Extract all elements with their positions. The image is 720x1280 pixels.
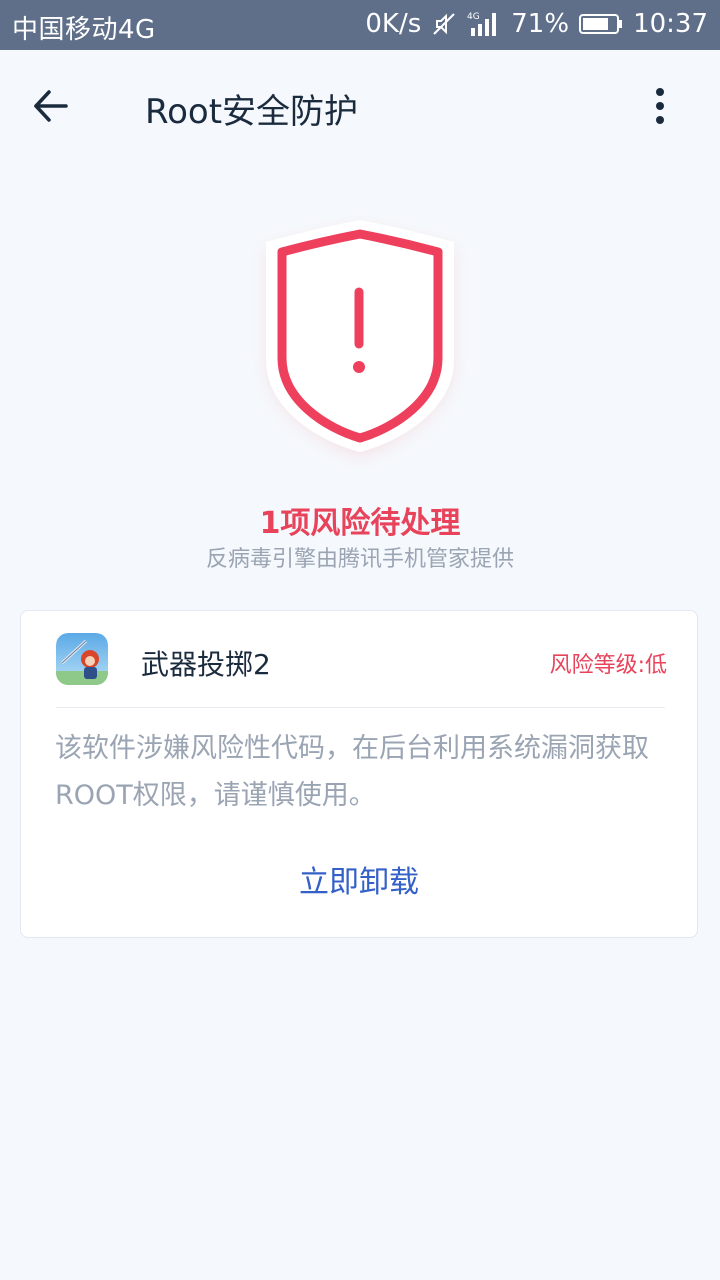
carrier-label: 中国移动4G [12, 15, 156, 45]
page-title: Root安全防护 [145, 92, 359, 132]
more-options-button[interactable] [640, 86, 680, 126]
status-icons: 0K/s 4G 71% 10:37 [365, 9, 708, 39]
arrow-left-icon [34, 90, 68, 122]
mute-icon [431, 11, 457, 37]
battery-icon [579, 13, 623, 35]
engine-provider-text: 反病毒引擎由腾讯手机管家提供 [205, 547, 514, 572]
network-type-label: 4G [467, 12, 480, 22]
risk-level-badge: 风险等级:低 [549, 653, 667, 678]
back-button[interactable] [30, 86, 80, 126]
risk-card: 武器投掷2 风险等级:低 该软件涉嫌风险性代码，在后台利用系统漏洞获取ROOT权… [20, 610, 698, 938]
shield-alert-icon [250, 210, 470, 470]
network-speed: 0K/s [365, 9, 422, 39]
uninstall-button[interactable]: 立即卸载 [21, 857, 697, 901]
risk-description: 该软件涉嫌风险性代码，在后台利用系统漏洞获取ROOT权限，请谨慎使用。 [55, 733, 649, 811]
app-name: 武器投掷2 [141, 648, 271, 681]
status-bar: 中国移动4G 0K/s 4G 71% 10:37 [0, 0, 720, 50]
signal-icon: 4G [467, 10, 501, 38]
battery-percent: 71% [511, 9, 570, 39]
app-header: Root安全防护 [0, 50, 720, 162]
app-icon [56, 633, 108, 685]
card-divider [56, 707, 665, 708]
clock: 10:37 [633, 9, 708, 39]
risk-count-text: 1项风险待处理 [259, 506, 461, 541]
more-vertical-icon [656, 88, 664, 124]
